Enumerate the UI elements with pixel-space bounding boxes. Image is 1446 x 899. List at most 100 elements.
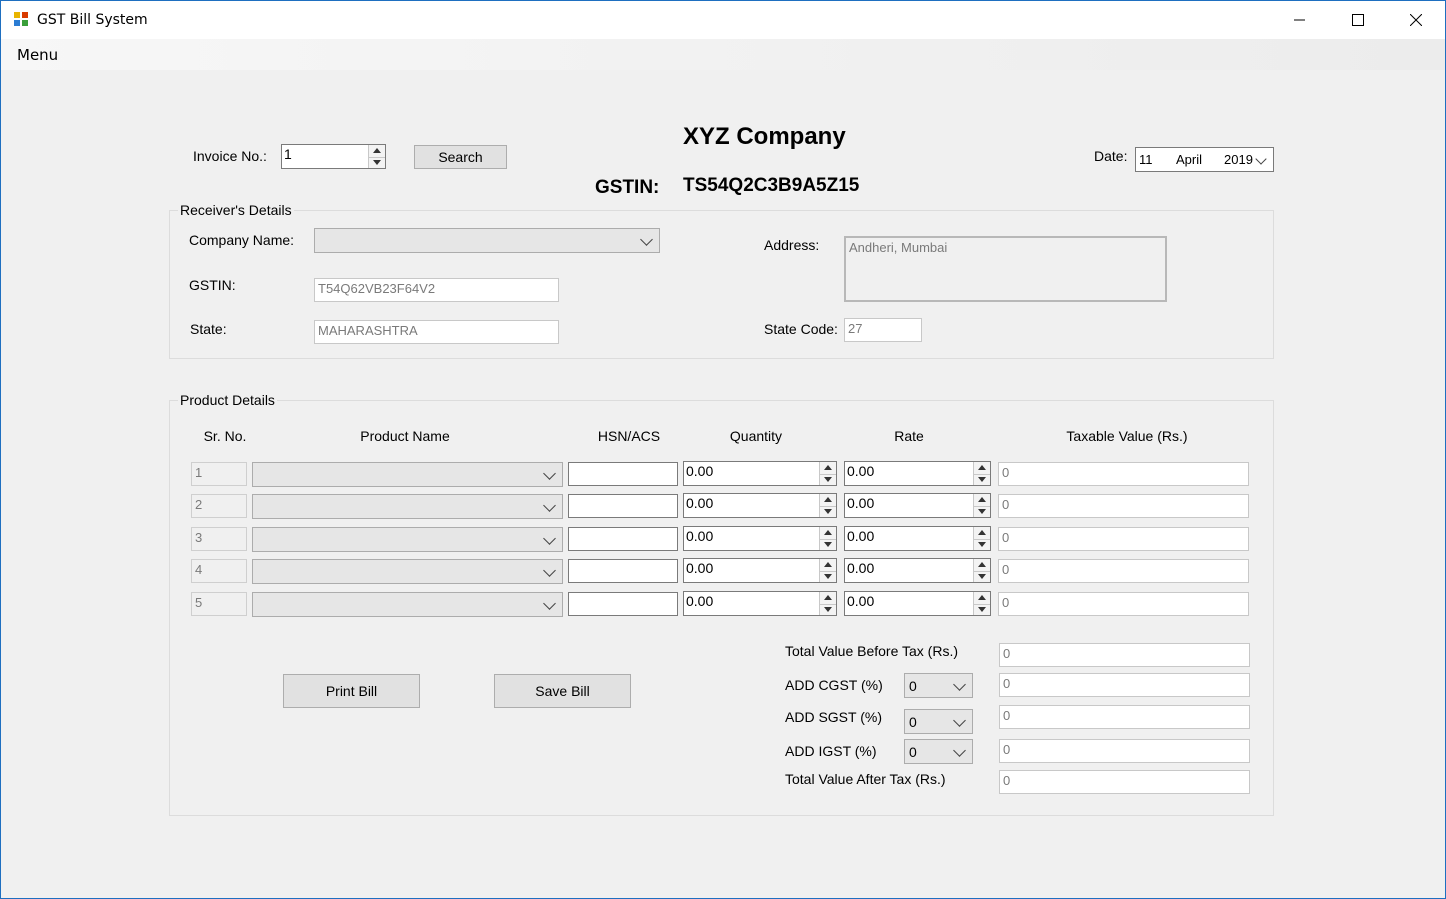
column-header: Product Name bbox=[360, 428, 450, 444]
product-name-dropdown[interactable] bbox=[252, 494, 563, 519]
column-header: HSN/ACS bbox=[597, 428, 661, 444]
cgst-amount-field[interactable]: 0 bbox=[999, 673, 1250, 697]
receiver-state-field[interactable]: MAHARASHTRA bbox=[314, 320, 559, 344]
minimize-button[interactable] bbox=[1271, 1, 1329, 39]
close-button[interactable] bbox=[1387, 1, 1445, 39]
receiver-company-label: Company Name: bbox=[189, 232, 295, 248]
search-button[interactable]: Search bbox=[414, 145, 507, 169]
product-name-dropdown[interactable] bbox=[252, 559, 563, 584]
spin-up-icon[interactable] bbox=[978, 562, 986, 567]
chevron-down-icon[interactable] bbox=[543, 531, 556, 545]
receiver-company-dropdown[interactable] bbox=[314, 228, 660, 253]
chevron-down-icon[interactable] bbox=[640, 232, 653, 246]
chevron-down-icon[interactable] bbox=[953, 713, 966, 727]
chevron-down-icon[interactable] bbox=[543, 466, 556, 480]
product-name-dropdown[interactable] bbox=[252, 462, 563, 487]
quantity-spinner[interactable] bbox=[819, 527, 836, 550]
rate-value: 0.00 bbox=[847, 463, 875, 479]
spin-down-icon[interactable] bbox=[978, 509, 986, 514]
igst-amount-field[interactable]: 0 bbox=[999, 739, 1250, 763]
hsn-field[interactable] bbox=[568, 592, 678, 616]
invoice-number-stepper[interactable]: 1 bbox=[281, 144, 386, 169]
menu-item-menu[interactable]: Menu bbox=[17, 46, 58, 64]
rate-spinner[interactable] bbox=[973, 559, 990, 582]
spin-down-icon[interactable] bbox=[824, 607, 832, 612]
receiver-gstin-field[interactable]: T54Q62VB23F64V2 bbox=[314, 278, 559, 302]
rate-spinner[interactable] bbox=[973, 527, 990, 550]
taxable-value-field[interactable]: 0 bbox=[998, 494, 1249, 518]
spin-down-icon[interactable] bbox=[824, 509, 832, 514]
spin-down-icon[interactable] bbox=[978, 574, 986, 579]
product-name-dropdown[interactable] bbox=[252, 527, 563, 552]
rate-stepper[interactable]: 0.00 bbox=[844, 558, 991, 583]
spin-down-icon[interactable] bbox=[824, 477, 832, 482]
taxable-value-field[interactable]: 0 bbox=[998, 592, 1249, 616]
product-name-dropdown[interactable] bbox=[252, 592, 563, 617]
chevron-down-icon[interactable] bbox=[543, 596, 556, 610]
spin-up-icon[interactable] bbox=[978, 497, 986, 502]
spin-down-icon[interactable] bbox=[978, 542, 986, 547]
rate-stepper[interactable]: 0.00 bbox=[844, 591, 991, 616]
quantity-spinner[interactable] bbox=[819, 462, 836, 485]
quantity-stepper[interactable]: 0.00 bbox=[683, 558, 837, 583]
spin-down-icon[interactable] bbox=[978, 477, 986, 482]
chevron-down-icon[interactable] bbox=[543, 563, 556, 577]
taxable-value-field[interactable]: 0 bbox=[998, 462, 1249, 486]
quantity-stepper[interactable]: 0.00 bbox=[683, 526, 837, 551]
save-bill-button[interactable]: Save Bill bbox=[494, 674, 631, 708]
hsn-field[interactable] bbox=[568, 494, 678, 518]
cgst-rate-value: 0 bbox=[909, 678, 917, 694]
spin-up-icon[interactable] bbox=[824, 562, 832, 567]
receiver-state-code-field[interactable]: 27 bbox=[844, 318, 922, 342]
quantity-stepper[interactable]: 0.00 bbox=[683, 591, 837, 616]
spin-down-icon[interactable] bbox=[373, 160, 381, 165]
spin-up-icon[interactable] bbox=[824, 530, 832, 535]
rate-stepper[interactable]: 0.00 bbox=[844, 526, 991, 551]
maximize-button[interactable] bbox=[1329, 1, 1387, 39]
total-after-tax-field[interactable]: 0 bbox=[999, 770, 1250, 794]
product-details-heading: Product Details bbox=[178, 392, 277, 408]
taxable-value-field[interactable]: 0 bbox=[998, 527, 1249, 551]
quantity-stepper[interactable]: 0.00 bbox=[683, 493, 837, 518]
spin-up-icon[interactable] bbox=[978, 595, 986, 600]
spin-down-icon[interactable] bbox=[824, 574, 832, 579]
chevron-down-icon[interactable] bbox=[953, 677, 966, 691]
quantity-spinner[interactable] bbox=[819, 494, 836, 517]
spin-up-icon[interactable] bbox=[824, 595, 832, 600]
sgst-amount-field[interactable]: 0 bbox=[999, 705, 1250, 729]
invoice-spinner[interactable] bbox=[368, 145, 385, 168]
hsn-field[interactable] bbox=[568, 527, 678, 551]
sgst-rate-dropdown[interactable]: 0 bbox=[904, 709, 973, 734]
receiver-address-field[interactable]: Andheri, Mumbai bbox=[844, 236, 1167, 302]
rate-spinner[interactable] bbox=[973, 494, 990, 517]
print-bill-button[interactable]: Print Bill bbox=[283, 674, 420, 708]
chevron-down-icon[interactable] bbox=[953, 743, 966, 757]
quantity-value: 0.00 bbox=[686, 528, 714, 544]
receiver-state-code-label: State Code: bbox=[764, 321, 838, 337]
quantity-spinner[interactable] bbox=[819, 592, 836, 615]
hsn-field[interactable] bbox=[568, 462, 678, 486]
igst-rate-dropdown[interactable]: 0 bbox=[904, 739, 973, 764]
chevron-down-icon[interactable] bbox=[543, 498, 556, 512]
rate-spinner[interactable] bbox=[973, 462, 990, 485]
spin-up-icon[interactable] bbox=[978, 465, 986, 470]
hsn-field[interactable] bbox=[568, 559, 678, 583]
cgst-rate-dropdown[interactable]: 0 bbox=[904, 673, 973, 698]
spin-up-icon[interactable] bbox=[824, 497, 832, 502]
rate-stepper[interactable]: 0.00 bbox=[844, 493, 991, 518]
quantity-value: 0.00 bbox=[686, 593, 714, 609]
total-before-tax-field[interactable]: 0 bbox=[999, 643, 1250, 667]
chevron-down-icon[interactable] bbox=[1255, 153, 1267, 165]
spin-up-icon[interactable] bbox=[373, 148, 381, 153]
receiver-address-label: Address: bbox=[764, 237, 820, 253]
spin-down-icon[interactable] bbox=[824, 542, 832, 547]
taxable-value-field[interactable]: 0 bbox=[998, 559, 1249, 583]
spin-up-icon[interactable] bbox=[824, 465, 832, 470]
quantity-spinner[interactable] bbox=[819, 559, 836, 582]
rate-stepper[interactable]: 0.00 bbox=[844, 461, 991, 486]
spin-up-icon[interactable] bbox=[978, 530, 986, 535]
rate-spinner[interactable] bbox=[973, 592, 990, 615]
spin-down-icon[interactable] bbox=[978, 607, 986, 612]
date-picker[interactable]: 11 April 2019 bbox=[1135, 147, 1274, 172]
quantity-stepper[interactable]: 0.00 bbox=[683, 461, 837, 486]
